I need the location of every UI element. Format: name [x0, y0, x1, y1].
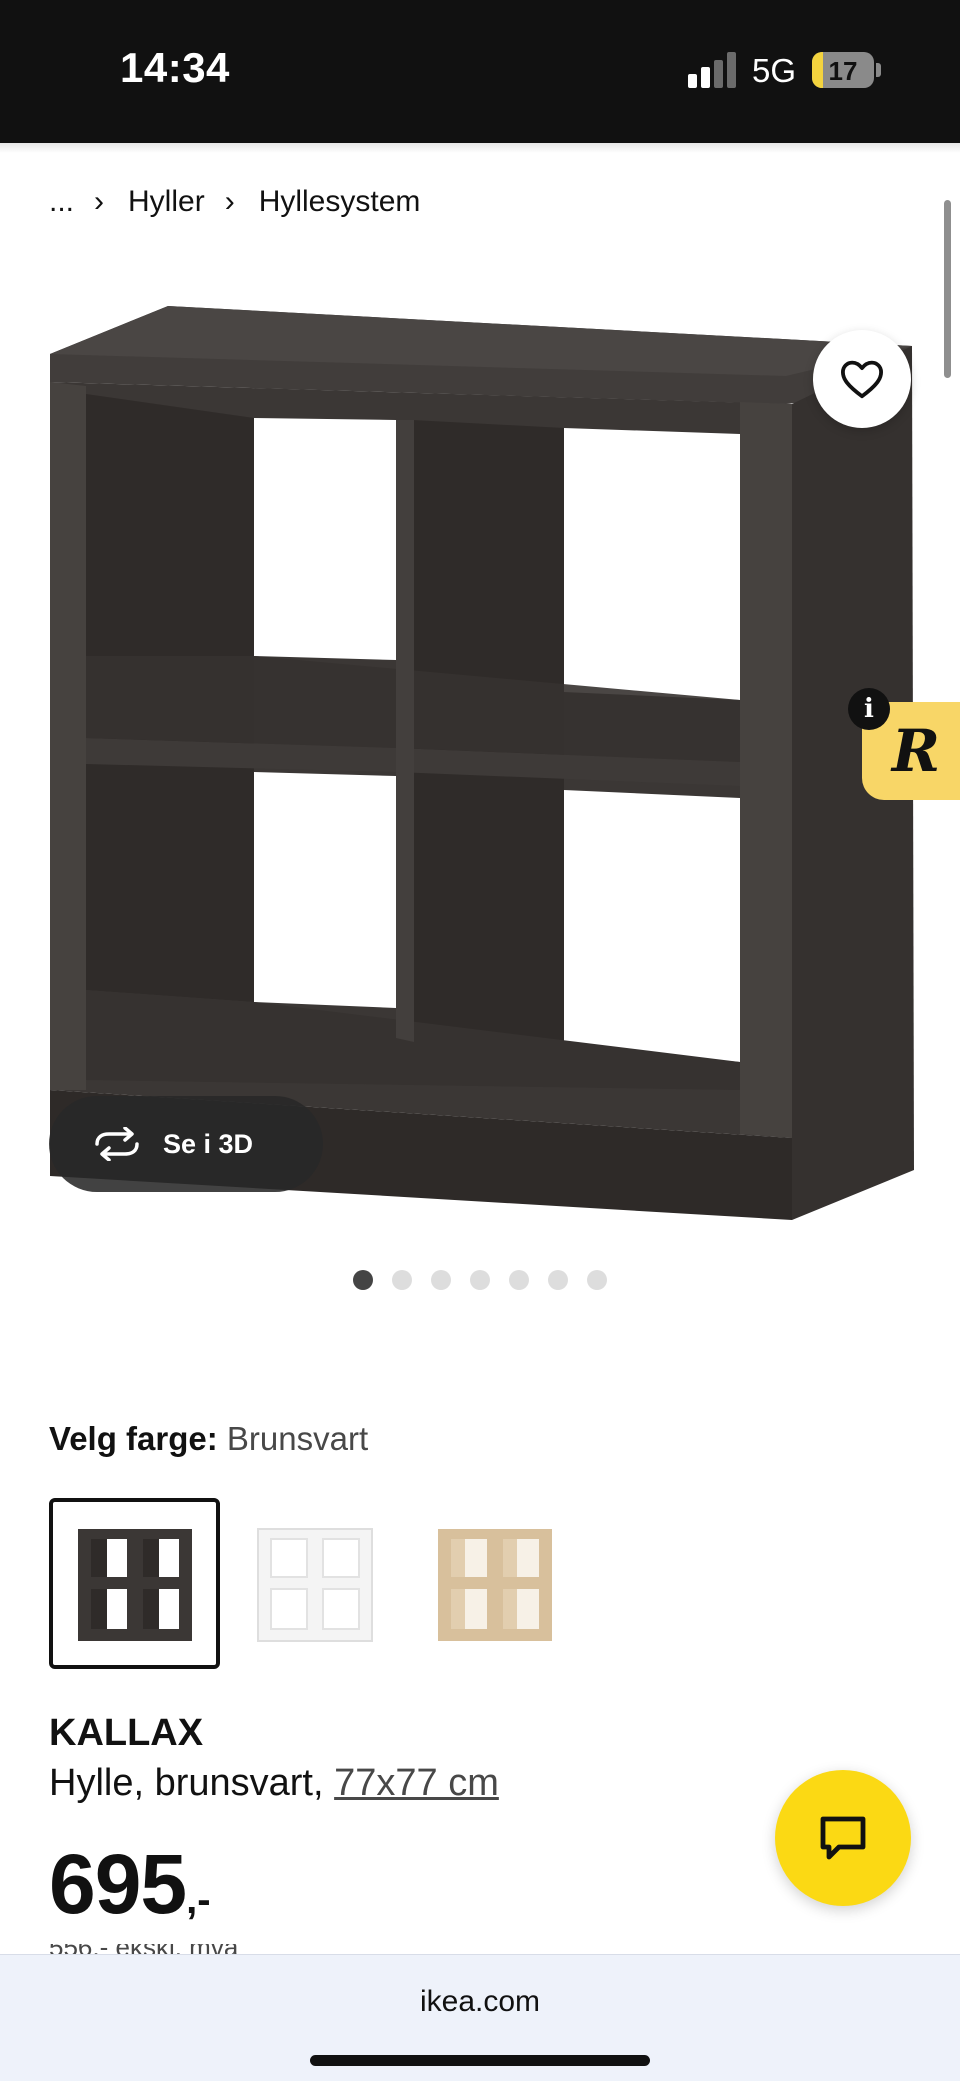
product-dimensions-link[interactable]: 77x77 cm — [334, 1762, 499, 1804]
carousel-dot[interactable] — [470, 1270, 490, 1290]
browser-url-bar[interactable]: ikea.com — [0, 1954, 960, 2081]
price-suffix: ,- — [186, 1878, 211, 1922]
product-price: 695,- — [49, 1836, 211, 1933]
color-label: Velg farge: Brunsvart — [49, 1420, 368, 1458]
extension-logo-icon: R — [891, 717, 941, 785]
shelf-thumbnail-white — [256, 1527, 373, 1642]
rotate-3d-icon — [95, 1127, 139, 1161]
network-label: 5G — [752, 52, 797, 89]
battery-tip — [876, 63, 881, 77]
carousel-dot[interactable] — [509, 1270, 529, 1290]
carousel-dot[interactable] — [548, 1270, 568, 1290]
battery-percent: 17 — [828, 56, 858, 86]
page-edge — [0, 143, 960, 153]
see-in-3d-button[interactable]: Se i 3D — [49, 1096, 323, 1192]
status-time: 14:34 — [120, 44, 230, 91]
home-indicator[interactable] — [310, 2055, 650, 2066]
shelf-thumbnail-brown-black — [77, 1528, 192, 1641]
signal-strength-icon — [688, 52, 738, 88]
favorite-button[interactable] — [813, 330, 911, 428]
shelf-thumbnail-oak — [437, 1528, 552, 1641]
price-value: 695 — [49, 1837, 187, 1931]
breadcrumb-ellipsis[interactable]: ... — [49, 185, 74, 219]
url-text[interactable]: ikea.com — [0, 1985, 960, 2019]
chat-bubble-icon — [820, 1816, 866, 1860]
product-description: Hylle, brunsvart, 77x77 cm — [49, 1762, 499, 1805]
carousel-dot[interactable] — [353, 1270, 373, 1290]
breadcrumb: ... › Hyller › Hyllesystem — [49, 182, 420, 222]
color-swatch-brown-black[interactable] — [49, 1498, 220, 1669]
product-description-text: Hylle, brunsvart, — [49, 1762, 324, 1804]
info-icon[interactable]: i — [848, 688, 890, 730]
chevron-right-icon: › — [224, 185, 235, 218]
battery-icon: 17 — [812, 52, 874, 88]
carousel-dot[interactable] — [587, 1270, 607, 1290]
color-swatch-white-stained-oak[interactable] — [409, 1498, 580, 1669]
product-name: KALLAX — [49, 1712, 204, 1754]
chat-button[interactable] — [775, 1770, 911, 1906]
color-label-title: Velg farge: — [49, 1420, 218, 1457]
color-selected-value: Brunsvart — [226, 1420, 369, 1457]
breadcrumb-item-hyllesystem[interactable]: Hyllesystem — [259, 185, 421, 219]
product-image[interactable] — [40, 290, 920, 1230]
heart-icon — [841, 360, 883, 399]
breadcrumb-item-hyller[interactable]: Hyller — [128, 185, 205, 219]
status-bar: 14:34 5G 17 — [0, 0, 960, 143]
carousel-dot[interactable] — [392, 1270, 412, 1290]
see-in-3d-label: Se i 3D — [163, 1128, 254, 1159]
carousel-dot[interactable] — [431, 1270, 451, 1290]
chevron-right-icon: › — [94, 185, 105, 218]
color-swatch-white[interactable] — [229, 1498, 400, 1669]
image-carousel-dots — [353, 1270, 626, 1292]
scrollbar-thumb[interactable] — [944, 200, 951, 378]
